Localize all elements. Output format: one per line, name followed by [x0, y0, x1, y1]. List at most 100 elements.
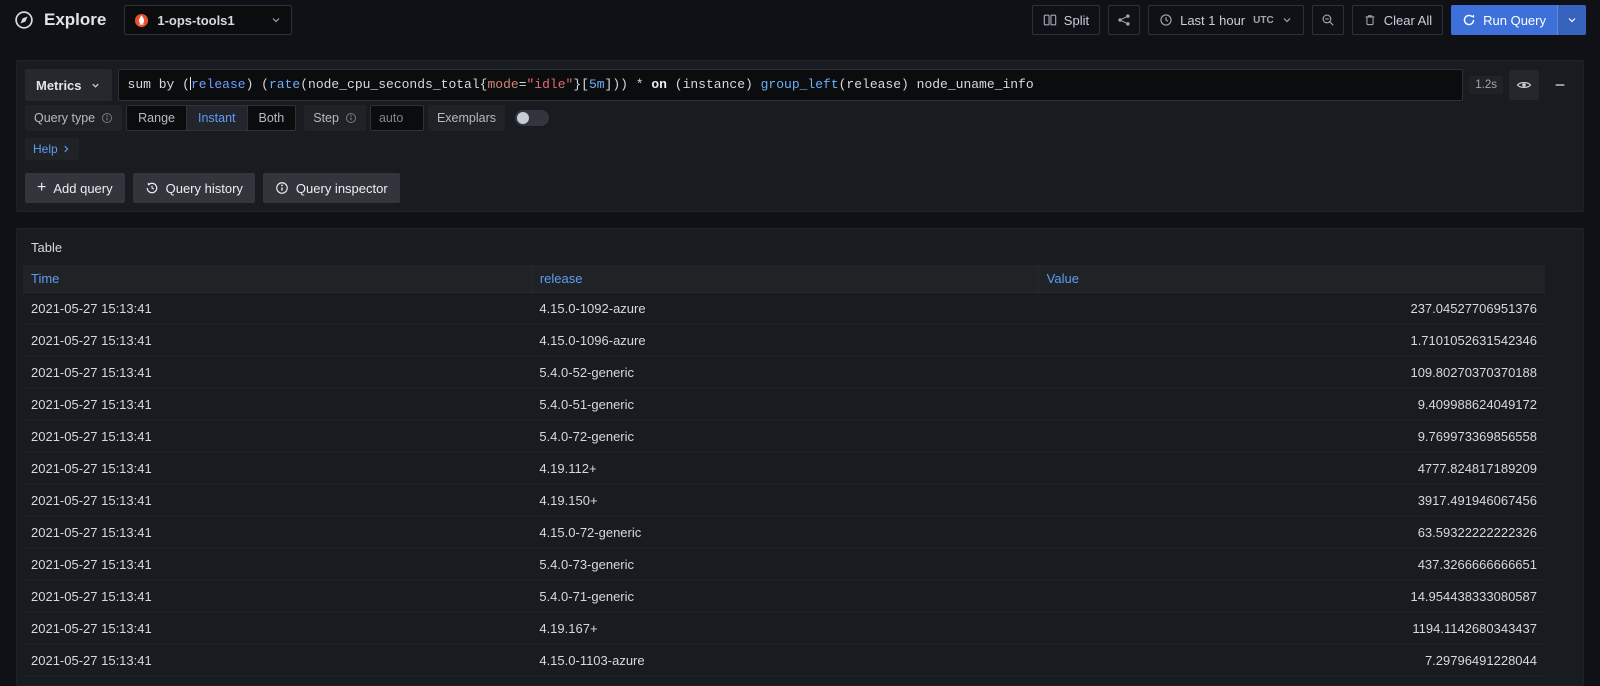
- query-token: release: [191, 77, 246, 92]
- value-cell: 7.29796491228044: [1038, 645, 1545, 677]
- value-cell: 437.3266666666651: [1038, 549, 1545, 581]
- query-token: (: [261, 77, 269, 92]
- query-token: (release): [839, 77, 917, 92]
- add-query-button[interactable]: + Add query: [25, 173, 125, 203]
- step-label: Step: [313, 111, 339, 125]
- metrics-label: Metrics: [36, 78, 82, 93]
- query-token: node_uname_info: [917, 77, 1034, 92]
- query-token: on: [651, 77, 674, 92]
- preview-toggle-button[interactable]: [1509, 70, 1539, 100]
- time-cell: 2021-05-27 15:13:41: [23, 613, 531, 645]
- split-label: Split: [1064, 13, 1089, 28]
- trash-icon: [1363, 13, 1377, 27]
- release-cell: 5.4.0-51-generic: [531, 389, 1038, 421]
- table-row: 2021-05-27 15:13:414.15.0-1096-azure1.71…: [23, 325, 1545, 357]
- release-cell: 5.4.0-73-generic: [531, 549, 1038, 581]
- column-header-time[interactable]: Time: [23, 265, 531, 293]
- add-query-label: Add query: [53, 181, 112, 196]
- query-token: }: [573, 77, 581, 92]
- time-cell: 2021-05-27 15:13:41: [23, 389, 531, 421]
- chevron-right-icon: [61, 144, 71, 154]
- query-editor-panel: Metrics sum by (release) (rate(node_cpu_…: [16, 60, 1584, 212]
- query-token: (: [182, 77, 190, 92]
- topbar-right: Split Last 1 hour UTC: [1032, 5, 1586, 35]
- table-row: 2021-05-27 15:13:414.19.167+1194.1142680…: [23, 613, 1545, 645]
- table-row: 2021-05-27 15:13:414.15.0-1092-azure237.…: [23, 293, 1545, 325]
- query-actions-row: + Add query Query history Query inspecto…: [25, 173, 1575, 203]
- query-token: (: [300, 77, 308, 92]
- exemplars-toggle[interactable]: [515, 110, 549, 126]
- exemplars-chip: Exemplars: [428, 105, 505, 131]
- query-token: (instance): [675, 77, 761, 92]
- datasource-name: 1-ops-tools1: [157, 13, 262, 28]
- eye-icon: [1516, 77, 1532, 93]
- run-query-button[interactable]: Run Query: [1451, 5, 1586, 35]
- chevron-down-icon: [1281, 14, 1293, 26]
- time-cell: 2021-05-27 15:13:41: [23, 453, 531, 485]
- time-cell: 2021-05-27 15:13:41: [23, 517, 531, 549]
- step-input[interactable]: [370, 105, 424, 131]
- time-cell: 2021-05-27 15:13:41: [23, 421, 531, 453]
- query-options-row: Query type RangeInstantBoth Step Exempla…: [25, 105, 1575, 131]
- table-header-row: TimereleaseValue: [23, 265, 1545, 293]
- value-cell: 109.80270370370188: [1038, 357, 1545, 389]
- chevron-down-icon: [270, 14, 282, 26]
- time-range-label: Last 1 hour: [1180, 13, 1245, 28]
- release-cell: 4.15.0-1096-azure: [531, 325, 1038, 357]
- zoom-out-button[interactable]: [1312, 5, 1344, 35]
- plus-icon: +: [37, 180, 46, 196]
- step-chip: Step: [304, 105, 366, 131]
- prometheus-icon: [134, 13, 149, 28]
- value-cell: 1194.1142680343437: [1038, 613, 1545, 645]
- column-header-value[interactable]: Value: [1038, 265, 1545, 293]
- table-row: 2021-05-27 15:13:415.4.0-52-generic109.8…: [23, 357, 1545, 389]
- query-inspector-label: Query inspector: [296, 181, 388, 196]
- table-panel: Table TimereleaseValue 2021-05-27 15:13:…: [16, 228, 1584, 686]
- query-inspector-button[interactable]: Query inspector: [263, 173, 400, 203]
- query-token: *: [636, 77, 652, 92]
- exemplars-label: Exemplars: [437, 111, 496, 125]
- toggle-knob: [517, 112, 529, 124]
- table-body: 2021-05-27 15:13:414.15.0-1092-azure237.…: [23, 293, 1545, 677]
- time-cell: 2021-05-27 15:13:41: [23, 325, 531, 357]
- help-label: Help: [33, 142, 58, 156]
- query-type-option-instant[interactable]: Instant: [186, 106, 247, 130]
- time-cell: 2021-05-27 15:13:41: [23, 293, 531, 325]
- time-cell: 2021-05-27 15:13:41: [23, 581, 531, 613]
- collapse-query-button[interactable]: [1545, 70, 1575, 100]
- time-cell: 2021-05-27 15:13:41: [23, 485, 531, 517]
- share-button[interactable]: [1108, 5, 1140, 35]
- time-cell: 2021-05-27 15:13:41: [23, 645, 531, 677]
- column-header-release[interactable]: release: [531, 265, 1038, 293]
- run-query-dropdown[interactable]: [1557, 5, 1586, 35]
- query-input[interactable]: sum by (release) (rate(node_cpu_seconds_…: [118, 69, 1464, 101]
- query-token: mode: [487, 77, 518, 92]
- timezone-label: UTC: [1253, 15, 1274, 26]
- value-cell: 4777.824817189209: [1038, 453, 1545, 485]
- value-cell: 237.04527706951376: [1038, 293, 1545, 325]
- query-type-option-range[interactable]: Range: [127, 106, 186, 130]
- release-cell: 5.4.0-71-generic: [531, 581, 1038, 613]
- help-link[interactable]: Help: [25, 138, 79, 160]
- value-cell: 1.7101052631542346: [1038, 325, 1545, 357]
- query-history-button[interactable]: Query history: [133, 173, 255, 203]
- datasource-picker[interactable]: 1-ops-tools1: [124, 5, 292, 35]
- table-row: 2021-05-27 15:13:414.19.112+4777.8248171…: [23, 453, 1545, 485]
- query-type-group: RangeInstantBoth: [126, 105, 296, 131]
- query-token: node_cpu_seconds_total: [308, 77, 480, 92]
- clear-all-button[interactable]: Clear All: [1352, 5, 1443, 35]
- query-duration-badge: 1.2s: [1469, 76, 1503, 94]
- table-row: 2021-05-27 15:13:415.4.0-51-generic9.409…: [23, 389, 1545, 421]
- panel-title: Table: [17, 229, 1583, 265]
- release-cell: 4.19.167+: [531, 613, 1038, 645]
- value-cell: 9.769973369856558: [1038, 421, 1545, 453]
- metrics-dropdown[interactable]: Metrics: [25, 69, 112, 101]
- time-range-picker[interactable]: Last 1 hour UTC: [1148, 5, 1304, 35]
- search-minus-icon: [1321, 13, 1335, 27]
- value-cell: 3917.491946067456: [1038, 485, 1545, 517]
- clear-all-label: Clear All: [1384, 13, 1432, 28]
- query-token: 5m: [589, 77, 605, 92]
- query-type-option-both[interactable]: Both: [247, 106, 296, 130]
- time-cell: 2021-05-27 15:13:41: [23, 357, 531, 389]
- split-button[interactable]: Split: [1032, 5, 1100, 35]
